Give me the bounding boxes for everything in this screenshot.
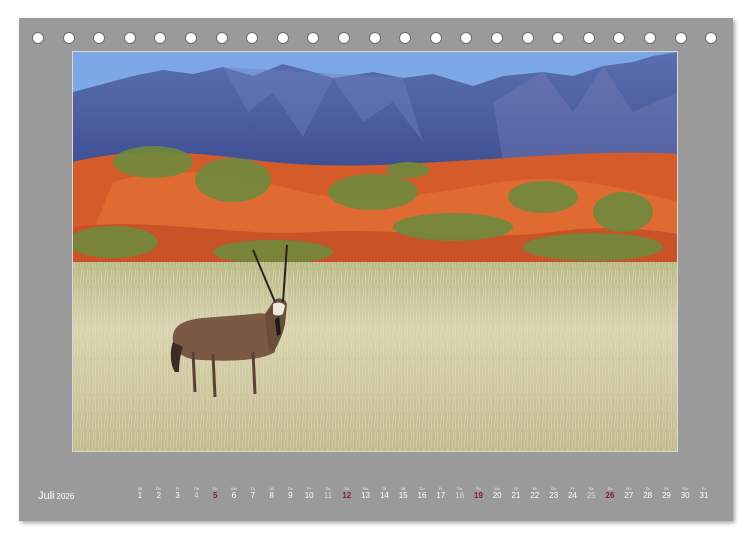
calendar-day: Sa 25: [582, 486, 600, 501]
binding-hole: [521, 32, 534, 44]
day-number: 23: [549, 491, 559, 500]
calendar-day: Sa 4: [187, 486, 205, 501]
photo-oryx-in-grassland: [72, 51, 678, 452]
binding-hole: [460, 32, 473, 44]
calendar-day: Do 23: [545, 486, 563, 501]
landscape-illustration: [73, 52, 677, 451]
binding-hole: [307, 32, 320, 44]
binding-hole: [613, 32, 626, 44]
calendar-day: Mi 8: [263, 486, 281, 501]
binding-hole: [552, 32, 565, 44]
binding-hole: [276, 32, 289, 44]
calendar-day: Fr 24: [563, 486, 581, 501]
calendar-day: Di 14: [375, 486, 393, 501]
day-number: 31: [699, 491, 709, 500]
day-number: 14: [379, 491, 389, 500]
day-number: 28: [643, 491, 653, 500]
calendar-day: So 26: [601, 486, 619, 501]
day-number: 12: [342, 491, 352, 500]
calendar-day: Di 21: [507, 486, 525, 501]
binding-hole: [123, 32, 136, 44]
binding-hole: [644, 32, 656, 44]
binding-hole: [674, 32, 687, 44]
calendar-day: Mo 20: [488, 486, 506, 501]
binding-hole: [705, 32, 718, 44]
binding-hole: [429, 32, 442, 44]
calendar-day: So 19: [469, 486, 487, 501]
day-number: 21: [511, 491, 521, 500]
day-number: 27: [624, 491, 634, 500]
day-number: 6: [231, 491, 237, 500]
binding-hole: [154, 32, 167, 44]
day-number: 8: [269, 491, 274, 500]
calendar-day: Mi 29: [657, 486, 675, 501]
binding-hole: [368, 32, 381, 44]
day-number: 18: [455, 491, 465, 500]
binding-hole: [399, 32, 412, 44]
day-number: 17: [436, 491, 446, 500]
day-number: 30: [680, 491, 690, 500]
day-number: 2: [156, 491, 162, 500]
day-number: 24: [567, 491, 577, 500]
binding-hole: [491, 32, 503, 44]
binding-holes: [19, 32, 733, 48]
day-number: 19: [473, 491, 483, 500]
day-number: 13: [361, 491, 371, 500]
calendar-page: Juli 2026 Mi 1 Do 2 Fr 3 Sa 4 So 5 Mo 6 Di 7 Mi 8 Do 9 Fr 10…: [19, 18, 733, 521]
binding-hole: [185, 32, 197, 44]
day-number: 29: [661, 491, 671, 500]
calendar-day: Fr 17: [432, 486, 450, 501]
day-number: 10: [304, 491, 314, 500]
calendar-day: Do 16: [413, 486, 431, 501]
calendar-day: Sa 11: [319, 486, 337, 501]
day-number: 16: [417, 491, 427, 500]
calendar-day: Mo 27: [620, 486, 638, 501]
calendar-day: Mi 1: [131, 486, 149, 501]
binding-hole: [32, 32, 44, 44]
binding-hole: [62, 32, 75, 44]
day-number: 3: [175, 491, 180, 500]
calendar-day: Do 2: [150, 486, 168, 501]
binding-hole: [338, 32, 350, 44]
day-number: 22: [530, 491, 540, 500]
day-number: 25: [586, 491, 596, 500]
calendar-day: Sa 18: [451, 486, 469, 501]
calendar-day: So 5: [206, 486, 224, 501]
calendar-day: Fr 31: [695, 486, 713, 501]
calendar-day: Mi 22: [526, 486, 544, 501]
binding-hole: [582, 32, 595, 44]
day-number: 26: [605, 491, 615, 500]
day-number: 9: [288, 491, 293, 500]
binding-hole: [246, 32, 259, 44]
day-number: 4: [194, 491, 199, 500]
calendar-day: Mo 6: [225, 486, 243, 501]
day-strip: Mi 1 Do 2 Fr 3 Sa 4 So 5 Mo 6 Di 7 Mi 8 Do 9 Fr 10 Sa 11 So 12 M…: [19, 486, 733, 506]
day-number: 11: [323, 491, 333, 500]
day-number: 20: [492, 491, 502, 500]
calendar-day: So 12: [338, 486, 356, 501]
calendar-day: Fr 3: [169, 486, 187, 501]
day-number: 5: [212, 491, 218, 500]
calendar-day: Mo 13: [357, 486, 375, 501]
day-number: 15: [398, 491, 408, 500]
calendar-day: Di 7: [244, 486, 262, 501]
calendar-day: Di 28: [639, 486, 657, 501]
calendar-day: Mi 15: [394, 486, 412, 501]
day-number: 1: [137, 491, 143, 500]
calendar-day: Fr 10: [300, 486, 318, 501]
calendar-day: Do 9: [281, 486, 299, 501]
day-number: 7: [250, 491, 256, 500]
binding-hole: [215, 32, 228, 44]
calendar-day: Do 30: [676, 486, 694, 501]
binding-hole: [93, 32, 106, 44]
